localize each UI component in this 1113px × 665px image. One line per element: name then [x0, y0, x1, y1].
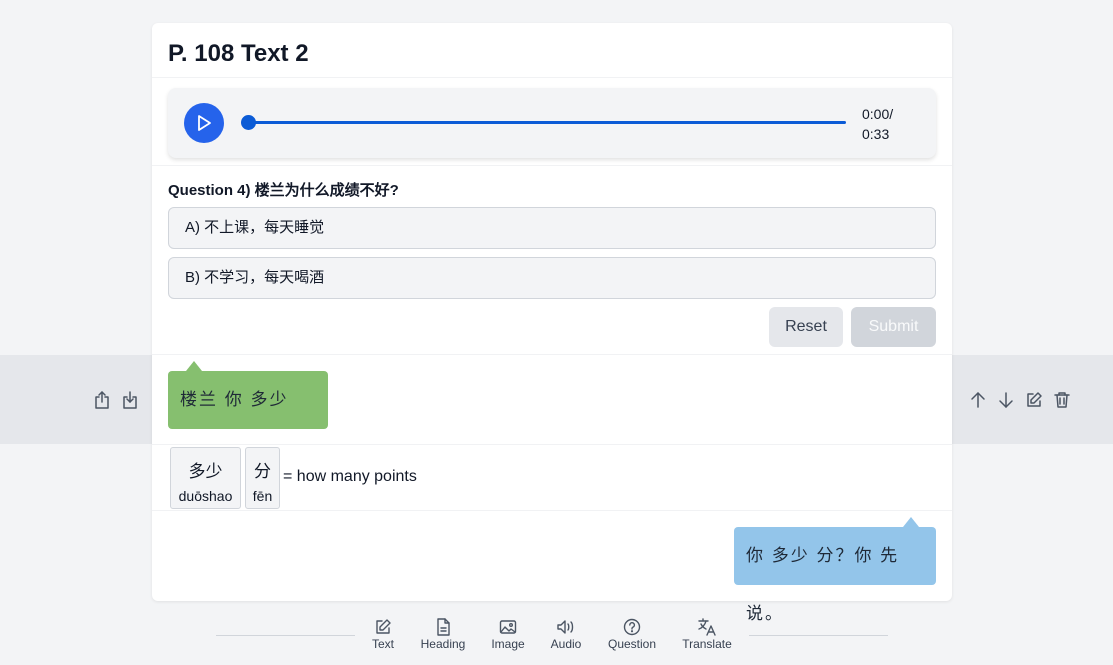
tool-label: Audio [550, 637, 582, 651]
translate-icon [698, 618, 716, 636]
edit-icon[interactable] [1024, 390, 1044, 410]
add-heading-button[interactable]: Heading [416, 618, 470, 651]
audio-time: 0:00/ 0:33 [862, 104, 922, 144]
play-button[interactable] [184, 103, 224, 143]
add-text-button[interactable]: Text [363, 618, 403, 651]
add-translate-button[interactable]: Translate [679, 618, 735, 651]
audio-progress-track[interactable] [248, 121, 846, 124]
tool-label: Translate [682, 637, 732, 651]
dialog-bubble-blue[interactable]: 你 多少 分？你 先 说。 [734, 517, 936, 623]
trash-icon[interactable] [1052, 390, 1072, 410]
move-down-icon[interactable] [996, 390, 1016, 410]
divider [152, 444, 952, 445]
vocab-pinyin: duōshao [178, 488, 233, 504]
speaker-icon [557, 620, 574, 634]
page-title: P. 108 Text 2 [168, 40, 309, 67]
answer-option-a[interactable]: A) 不上课，每天睡觉 [168, 207, 936, 249]
pencil-square-icon [376, 619, 391, 634]
vocab-word[interactable]: 分 fēn [245, 447, 280, 509]
audio-time-total: 0:33 [862, 126, 890, 142]
add-audio-button[interactable]: Audio [545, 618, 587, 651]
vocab-hanzi: 多少 [188, 462, 223, 481]
tool-label: Image [491, 637, 525, 651]
submit-button[interactable]: Submit [851, 307, 936, 347]
question-circle-icon [623, 618, 641, 636]
dialog-bubble-green[interactable]: 楼兰 你 多少 分？ [168, 361, 328, 467]
vocab-definition: = how many points [283, 468, 417, 485]
document-icon [437, 618, 450, 636]
toolbar-divider-right [749, 635, 888, 636]
tool-label: Text [371, 637, 394, 651]
divider [152, 77, 952, 78]
import-icon[interactable] [120, 390, 140, 410]
audio-time-current: 0:00/ [862, 106, 894, 122]
vocab-word[interactable]: 多少 duōshao [170, 447, 241, 509]
vocab-hanzi: 分 [254, 462, 271, 481]
audio-player: 0:00/ 0:33 [168, 88, 936, 158]
tool-label: Question [607, 637, 657, 651]
divider [152, 165, 952, 166]
divider [152, 354, 952, 355]
play-icon [198, 115, 211, 131]
add-question-button[interactable]: Question [604, 618, 660, 651]
tool-label: Heading [420, 637, 466, 651]
add-image-button[interactable]: Image [486, 618, 530, 651]
audio-progress-handle[interactable] [241, 115, 256, 130]
lesson-card: P. 108 Text 2 0:00/ 0:33 Question 4) 楼兰为… [152, 23, 952, 623]
question-label: Question 4) 楼兰为什么成绩不好? [168, 182, 399, 199]
answer-option-b[interactable]: B) 不学习，每天喝酒 [168, 257, 936, 299]
move-up-icon[interactable] [968, 390, 988, 410]
vocab-pinyin: fēn [252, 488, 273, 504]
export-icon[interactable] [92, 390, 112, 410]
toolbar-divider-left [216, 635, 355, 636]
image-icon [499, 620, 517, 634]
reset-button[interactable]: Reset [769, 307, 843, 347]
divider [152, 510, 952, 511]
